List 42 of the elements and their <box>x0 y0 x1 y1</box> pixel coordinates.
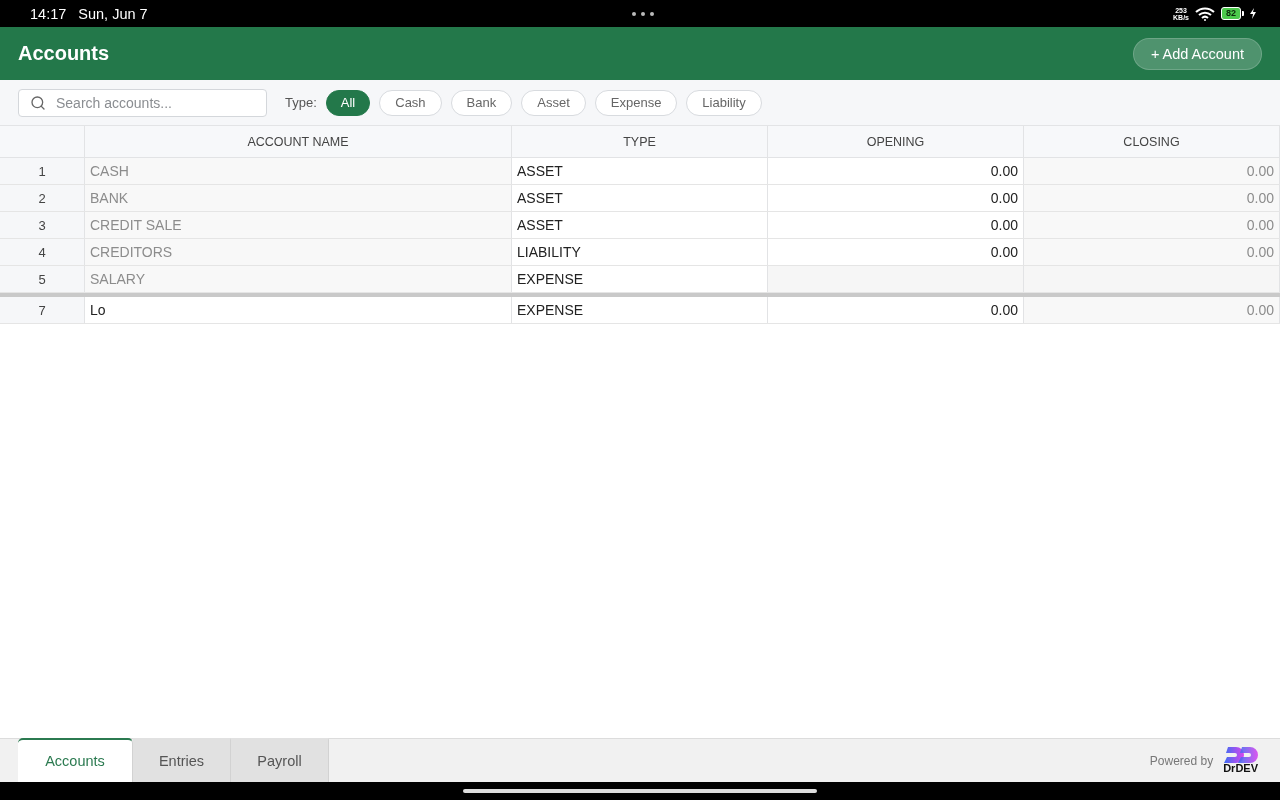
column-header: CLOSING <box>1024 126 1280 157</box>
add-account-button[interactable]: + Add Account <box>1132 37 1262 70</box>
row-number: 4 <box>0 239 85 265</box>
filter-chip[interactable]: Expense <box>594 89 678 116</box>
closing-cell: 0.00 <box>1024 297 1280 323</box>
bottom-tab[interactable]: Accounts <box>18 738 133 782</box>
search-field[interactable]: Search accounts... <box>18 88 267 117</box>
filter-chip[interactable]: Liability <box>686 89 762 116</box>
row-number: 5 <box>0 266 85 292</box>
type-filter-label: Type: <box>285 95 317 110</box>
battery-indicator: 82 <box>1221 7 1241 20</box>
account-name-cell: BANK <box>85 185 512 211</box>
filter-chip[interactable]: Cash <box>379 89 442 116</box>
account-name-cell: CASH <box>85 158 512 184</box>
search-icon <box>30 94 46 111</box>
row-number: 1 <box>0 158 85 184</box>
closing-cell: 0.00 <box>1024 185 1280 211</box>
filter-chip[interactable]: Bank <box>450 89 513 116</box>
column-header: ACCOUNT NAME <box>85 126 512 157</box>
column-header: OPENING <box>768 126 1024 157</box>
brand-name: DrDEV <box>1223 763 1258 774</box>
account-name-cell: SALARY <box>85 266 512 292</box>
bottom-tab[interactable]: Entries <box>133 738 231 782</box>
closing-cell: 0.00 <box>1024 239 1280 265</box>
more-dots-icon <box>632 11 654 16</box>
closing-cell: 0.00 <box>1024 158 1280 184</box>
account-name-cell: CREDITORS <box>85 239 512 265</box>
row-number: 3 <box>0 212 85 238</box>
row-number: 7 <box>0 297 85 323</box>
closing-cell: 0.00 <box>1024 212 1280 238</box>
account-name-cell: CREDIT SALE <box>85 212 512 238</box>
logo-icon <box>1223 747 1258 763</box>
bottom-tab[interactable]: Payroll <box>231 738 329 782</box>
column-header: TYPE <box>512 126 768 157</box>
powered-by-text: Powered by <box>1149 753 1214 768</box>
filter-chip[interactable]: Asset <box>521 89 586 116</box>
status-date: Sun, Jun 7 <box>78 5 148 22</box>
filter-chip[interactable]: All <box>325 89 371 116</box>
clock-time: 14:17 <box>30 5 67 22</box>
row-number: 2 <box>0 185 85 211</box>
page-title: Accounts <box>18 42 110 65</box>
wifi-icon <box>1195 6 1215 21</box>
